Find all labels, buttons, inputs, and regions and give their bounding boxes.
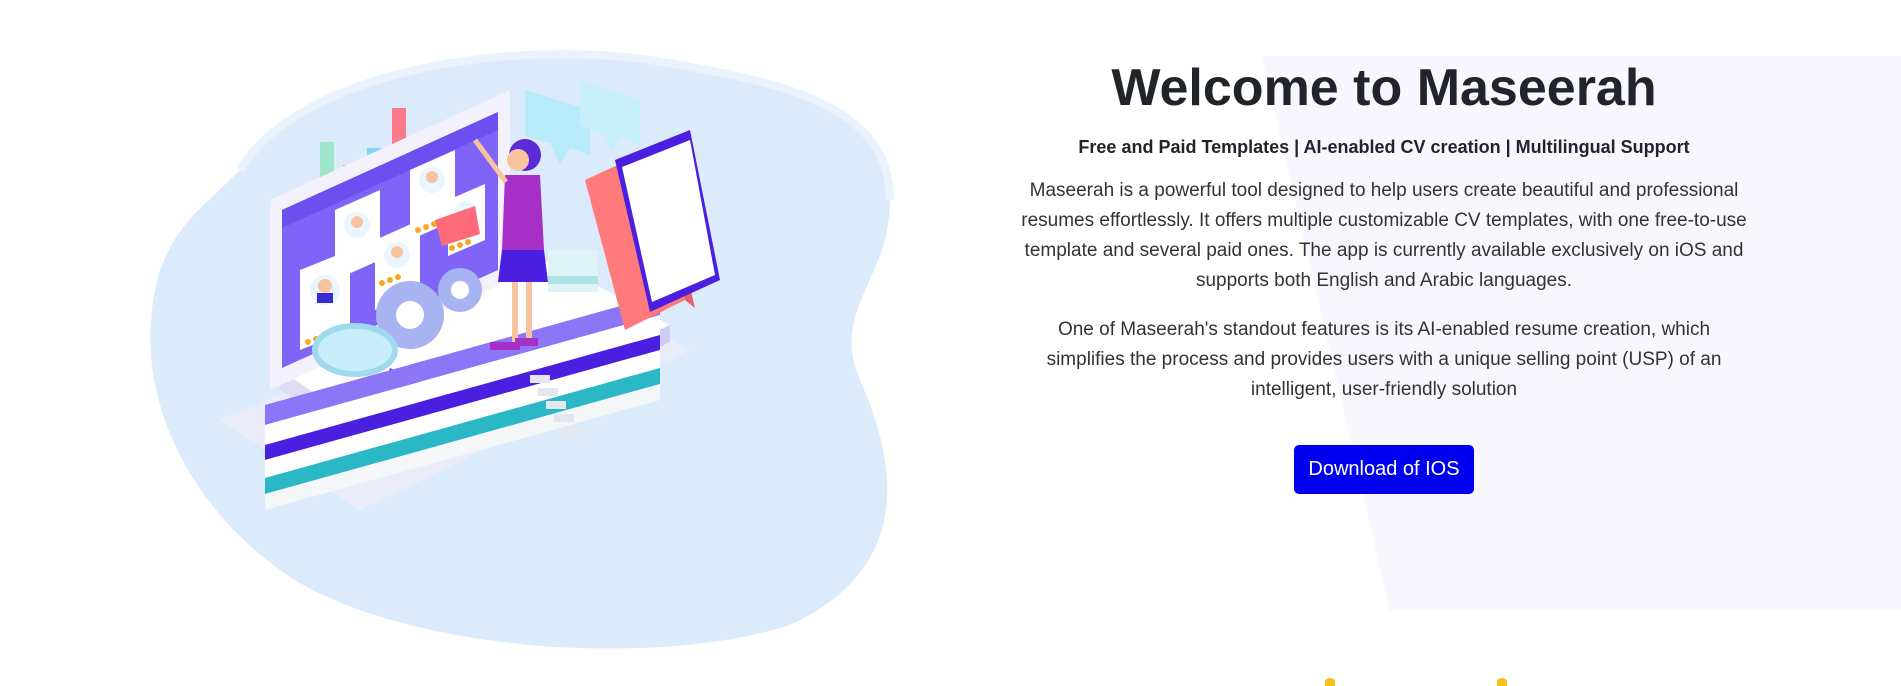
hero-paragraph-intro: Maseerah is a powerful tool designed to … — [1021, 180, 1747, 291]
hero-subtitle: Free and Paid Templates | AI-enabled CV … — [1078, 137, 1690, 157]
download-ios-button[interactable]: Download of IOS — [1294, 445, 1474, 494]
page-title: Welcome to Maseerah — [1111, 59, 1657, 117]
hero-paragraph-features: One of Maseerah's standout features is i… — [1046, 319, 1722, 400]
star-icon — [1325, 678, 1335, 686]
hero-content: Welcome to Maseerah Free and Paid Templa… — [1010, 52, 1758, 494]
hero-illustration — [150, 50, 894, 649]
star-icon — [1497, 678, 1507, 686]
